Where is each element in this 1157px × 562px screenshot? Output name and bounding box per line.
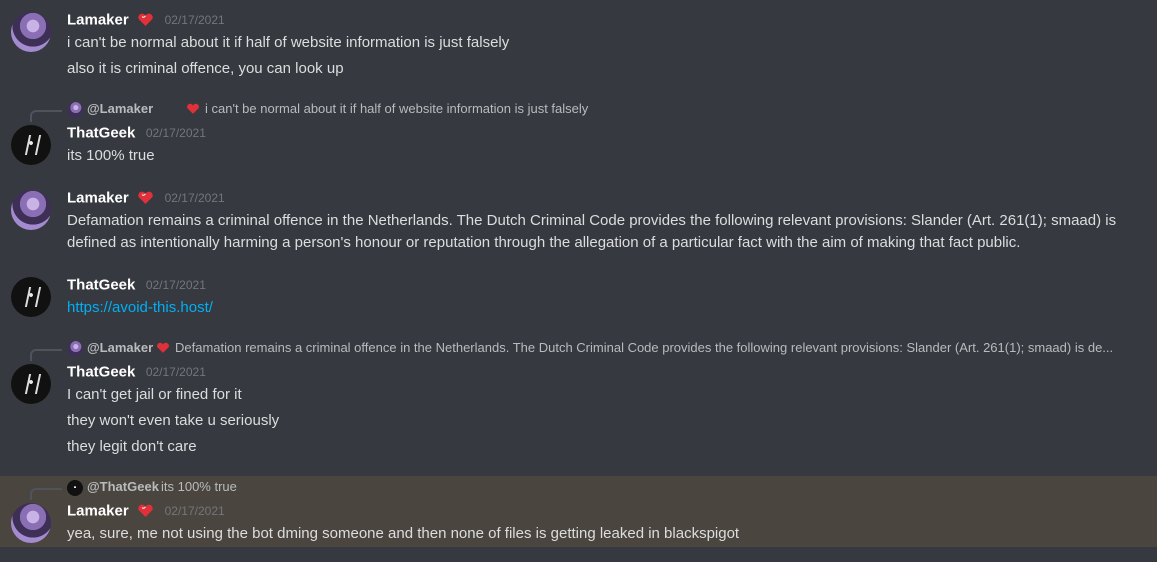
username[interactable]: ThatGeek [67,363,135,380]
message-header: Lamaker 02/17/2021 [67,189,225,209]
username[interactable]: ThatGeek [67,124,135,141]
message-header: ThatGeek 02/17/2021 [67,363,206,383]
message-header: ThatGeek 02/17/2021 [67,124,206,144]
message-text: its 100% true [67,147,155,164]
red-heart-icon [138,504,153,517]
message-header: ThatGeek 02/17/2021 [67,276,206,296]
reply-spine [30,110,62,122]
message-header: Lamaker 02/17/2021 [67,502,225,522]
chat-messages: Lamaker 02/17/2021 i can't be normal abo… [0,0,1157,562]
message-text: also it is criminal offence, you can loo… [67,60,344,77]
message-header: Lamaker 02/17/2021 [67,11,225,31]
avatar[interactable] [11,125,51,165]
reply-author[interactable]: @Lamaker [87,101,153,116]
message-text: Defamation remains a criminal offence in… [67,212,1117,251]
avatar[interactable] [11,12,51,52]
username[interactable]: Lamaker [67,189,129,206]
avatar[interactable] [11,277,51,317]
reply-avatar [67,480,83,496]
avatar[interactable] [11,190,51,230]
reply-text: Defamation remains a criminal offence in… [175,340,1114,355]
reply-author[interactable]: @Lamaker [87,340,153,355]
red-heart-icon [138,13,153,26]
message-text: I can't get jail or fined for it [67,386,242,403]
username[interactable]: Lamaker [67,502,129,519]
username[interactable]: Lamaker [67,11,129,28]
avatar[interactable] [11,364,51,404]
message-text: yea, sure, me not using the bot dming so… [67,525,740,542]
timestamp: 02/17/2021 [145,364,206,379]
timestamp: 02/17/2021 [145,277,206,292]
timestamp: 02/17/2021 [164,503,225,518]
reply-spine [30,349,62,361]
timestamp: 02/17/2021 [164,190,225,205]
timestamp: 02/17/2021 [145,125,206,140]
username[interactable]: ThatGeek [67,276,135,293]
reply-avatar [67,102,83,118]
timestamp: 02/17/2021 [164,12,225,27]
red-heart-icon [157,342,169,353]
message-text: they won't even take u seriously [67,412,280,429]
message-text: they legit don't care [67,438,197,455]
reply-author[interactable]: @ThatGeek [87,479,159,494]
message-link[interactable]: https://avoid-this.host/ [67,299,213,316]
reply-spine [30,488,62,500]
message-text: i can't be normal about it if half of we… [67,34,510,51]
avatar[interactable] [11,503,51,543]
reply-text: its 100% true [161,479,237,494]
red-heart-icon [138,191,153,204]
red-heart-icon [187,103,199,114]
reply-text: i can't be normal about it if half of we… [205,101,589,116]
reply-avatar [67,341,83,357]
